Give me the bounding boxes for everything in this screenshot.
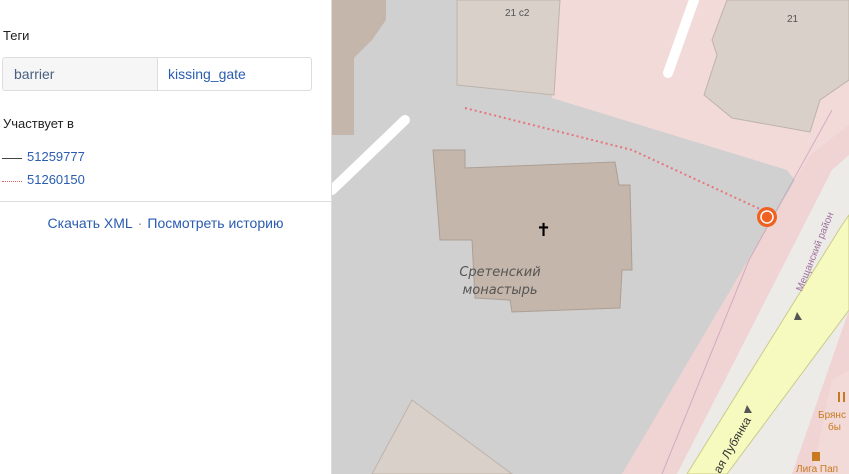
cross-icon: ✝ — [536, 220, 551, 241]
download-xml-link[interactable]: Скачать XML — [48, 215, 133, 231]
tag-value-link[interactable]: kissing_gate — [158, 58, 311, 90]
tags-table: barrier kissing_gate — [2, 57, 312, 91]
monastery-label: Сретенский — [459, 265, 540, 280]
poi-label: Лига Пап — [796, 464, 838, 474]
view-history-link[interactable]: Посмотреть историю — [147, 215, 283, 231]
relations-heading: Участвует в — [3, 116, 74, 131]
solid-line-icon — [2, 151, 22, 161]
relation-row: 51259777 — [2, 147, 85, 165]
cup-icon[interactable] — [812, 452, 820, 461]
gate-marker-icon[interactable] — [757, 207, 777, 227]
dotted-line-icon — [2, 174, 22, 184]
house-number-label: 21 с2 — [505, 8, 530, 19]
link-separator: · — [137, 215, 143, 231]
relation-link[interactable]: 51260150 — [27, 172, 85, 187]
relation-row: 51260150 — [2, 170, 85, 188]
relation-link[interactable]: 51259777 — [27, 149, 85, 164]
action-links: Скачать XML · Посмотреть историю — [0, 215, 331, 231]
poi-label: Брянс — [818, 410, 846, 421]
divider — [0, 201, 331, 202]
monastery-label: монастырь — [462, 283, 537, 298]
poi-label: бы — [828, 421, 841, 433]
house-number-label: 21 — [787, 14, 799, 25]
map-canvas[interactable]: 21 с2 21 ✝ Сретенский монастырь Мещански… — [332, 0, 849, 474]
tags-heading: Теги — [3, 28, 30, 43]
sidebar: Теги barrier kissing_gate Участвует в 51… — [0, 0, 332, 474]
map-view[interactable]: 21 с2 21 ✝ Сретенский монастырь Мещански… — [332, 0, 849, 474]
tag-key-cell: barrier — [3, 58, 158, 90]
